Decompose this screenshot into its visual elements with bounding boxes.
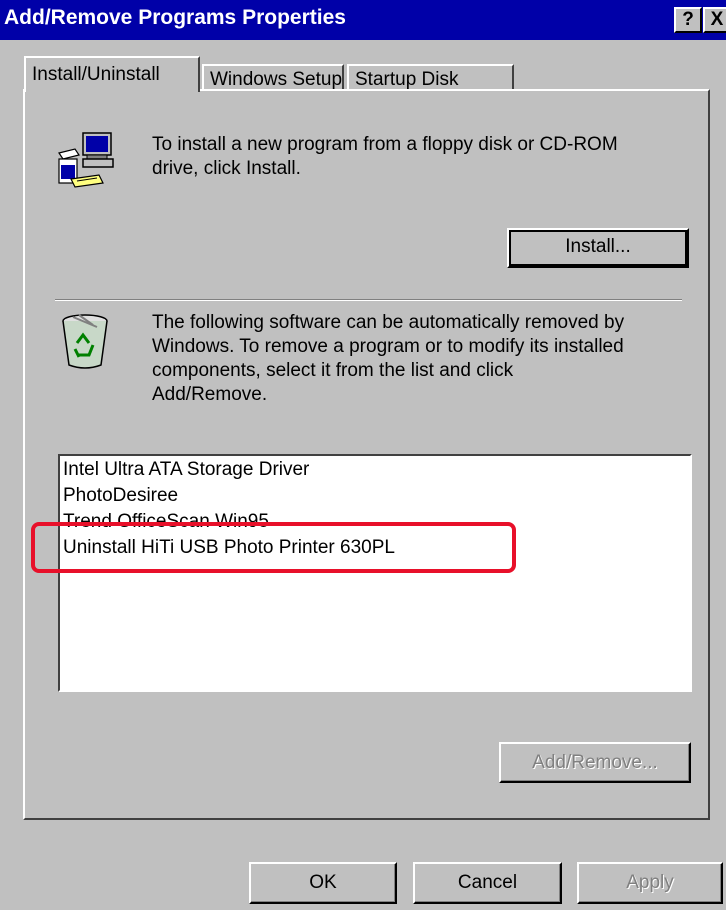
close-button[interactable]: X	[703, 7, 726, 33]
window-title: Add/Remove Programs Properties	[4, 6, 346, 29]
section-divider	[55, 299, 682, 301]
highlight-annotation	[31, 522, 516, 573]
tab-windows-setup[interactable]: Windows Setup	[202, 64, 344, 91]
add-remove-button[interactable]: Add/Remove...	[499, 742, 691, 783]
programs-list[interactable]: Intel Ultra ATA Storage Driver PhotoDesi…	[58, 454, 692, 692]
ok-button[interactable]: OK	[249, 862, 397, 904]
title-bar[interactable]: Add/Remove Programs Properties ? X	[0, 0, 726, 40]
install-button[interactable]: Install...	[507, 228, 689, 268]
install-instruction: To install a new program from a floppy d…	[152, 134, 618, 179]
list-item[interactable]: PhotoDesiree	[63, 484, 178, 508]
help-button[interactable]: ?	[674, 7, 702, 33]
tab-startup-disk[interactable]: Startup Disk	[347, 64, 514, 91]
recycle-bin-icon	[53, 309, 117, 373]
cancel-button[interactable]: Cancel	[413, 862, 562, 904]
install-uninstall-panel: To install a new program from a floppy d…	[23, 89, 710, 820]
add-remove-programs-dialog: Add/Remove Programs Properties ? X Insta…	[0, 0, 726, 910]
apply-button[interactable]: Apply	[577, 862, 723, 904]
uninstall-instruction: The following software can be automatica…	[152, 312, 625, 405]
list-item[interactable]: Intel Ultra ATA Storage Driver	[63, 458, 309, 482]
tab-install-uninstall[interactable]: Install/Uninstall	[24, 56, 200, 92]
computer-install-icon	[53, 129, 117, 193]
